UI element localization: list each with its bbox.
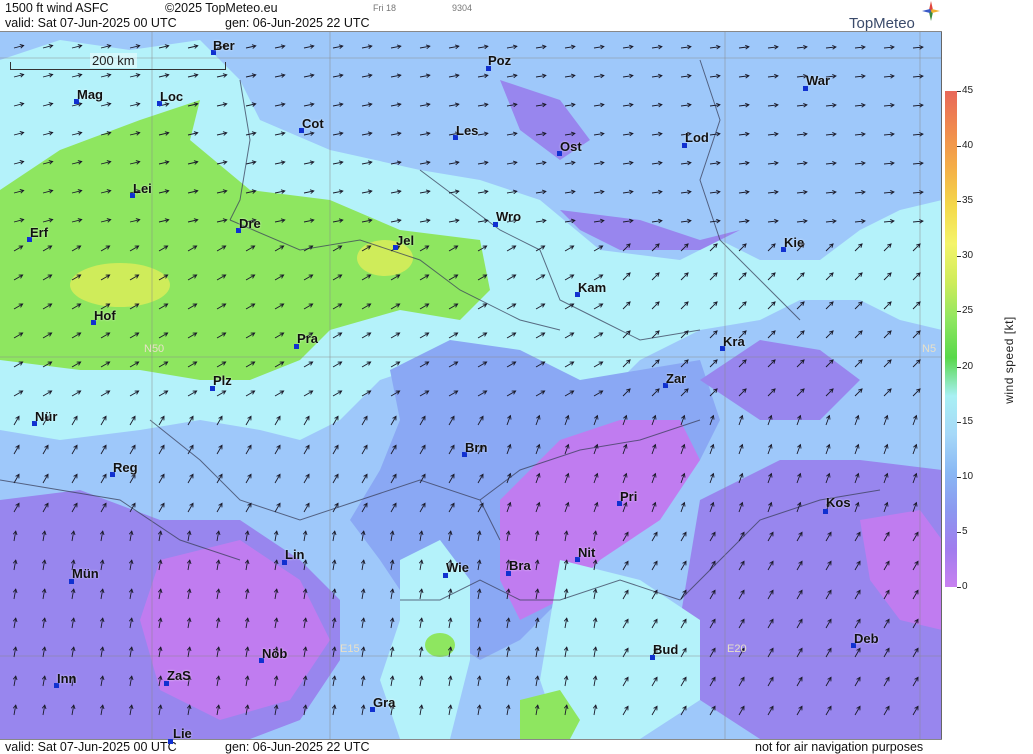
city-label[interactable]: Gra — [373, 695, 395, 710]
colorbar-tick-label: 10 — [962, 470, 974, 482]
city-label[interactable]: Loc — [160, 89, 183, 104]
valid-time: valid: Sat 07-Jun-2025 00 UTC — [5, 16, 177, 30]
day-tag: Fri 18 — [373, 3, 397, 13]
city-label[interactable]: Inn — [57, 671, 77, 686]
disclaimer: not for air navigation purposes — [755, 740, 924, 754]
grid-label-n50: N50 — [144, 343, 165, 355]
wind-speed-fill — [0, 0, 941, 754]
city-label[interactable]: Nür — [35, 409, 57, 424]
city-label[interactable]: Bud — [653, 642, 678, 657]
wind-zone-lime-west — [70, 263, 170, 307]
city-label[interactable]: Kra — [723, 334, 745, 349]
city-label[interactable]: Ber — [213, 38, 235, 53]
colorbar-tick — [957, 366, 961, 368]
city-label[interactable]: ZaS — [167, 668, 191, 683]
city-label[interactable]: Lod — [685, 130, 709, 145]
header-strip: 1500 ft wind ASFC ©2025 TopMeteo.eu Fri … — [0, 0, 942, 32]
city-label[interactable]: Jel — [396, 233, 414, 248]
colorbar-tick-label: 45 — [962, 85, 974, 96]
colorbar-tick-label: 35 — [962, 195, 974, 207]
city-label[interactable]: Kos — [826, 495, 851, 510]
colorbar-tick-label: 25 — [962, 305, 974, 317]
colorbar-tick — [957, 91, 961, 92]
wind-speed-colorbar — [945, 91, 957, 587]
scale-label: 200 km — [90, 53, 137, 68]
colorbar-tick — [957, 421, 961, 423]
city-label[interactable]: Wie — [446, 560, 469, 575]
city-label[interactable]: Les — [456, 123, 478, 138]
colorbar-tick-label: 20 — [962, 360, 974, 372]
wind-zone-green-patch — [425, 633, 455, 657]
grid-label-e15: E15 — [340, 643, 360, 655]
colorbar-tick — [957, 201, 961, 203]
city-label[interactable]: Dre — [239, 216, 261, 231]
city-label[interactable]: Pri — [620, 489, 637, 504]
colorbar-tick-label: 30 — [962, 250, 974, 262]
colorbar-tick — [957, 476, 961, 478]
wind-field-svg — [0, 0, 941, 754]
city-label[interactable]: Plz — [213, 373, 232, 388]
city-label[interactable]: Lei — [133, 181, 152, 196]
colorbar-tick-label: 5 — [962, 525, 968, 537]
wind-map[interactable] — [0, 0, 942, 754]
city-label[interactable]: Lie — [173, 726, 192, 741]
colorbar-tick — [957, 587, 961, 588]
city-label[interactable]: Mag — [77, 87, 103, 102]
brand-name[interactable]: TopMeteo — [849, 15, 915, 32]
city-label[interactable]: Zar — [666, 371, 686, 386]
grid-label-n50-right: N5 — [922, 343, 937, 355]
city-label[interactable]: Bra — [509, 558, 531, 573]
city-label[interactable]: Ost — [560, 139, 582, 154]
colorbar-tick — [957, 531, 961, 533]
footer-strip: valid: Sat 07-Jun-2025 00 UTC gen: 06-Ju… — [0, 739, 942, 754]
copyright: ©2025 TopMeteo.eu — [165, 1, 278, 15]
product-title: 1500 ft wind ASFC — [5, 1, 109, 15]
city-label[interactable]: Hof — [94, 308, 116, 323]
city-label[interactable]: Kam — [578, 280, 606, 295]
city-label[interactable]: Kie — [784, 235, 804, 250]
colorbar-tick-label: 0 — [962, 581, 968, 592]
city-label[interactable]: War — [806, 73, 830, 88]
colorbar-tick-label: 15 — [962, 415, 974, 427]
city-label[interactable]: Reg — [113, 460, 138, 475]
city-label[interactable]: Brn — [465, 440, 487, 455]
city-label[interactable]: Pra — [297, 331, 318, 346]
colorbar-title: wind speed [kt] — [1002, 316, 1016, 404]
city-label[interactable]: Wro — [496, 209, 521, 224]
colorbar-tick-label: 40 — [962, 140, 974, 152]
city-label[interactable]: Cot — [302, 116, 324, 131]
colorbar-tick — [957, 146, 961, 148]
city-label[interactable]: Nit — [578, 545, 595, 560]
footer-valid-time: valid: Sat 07-Jun-2025 00 UTC — [5, 740, 177, 754]
city-label[interactable]: Deb — [854, 631, 879, 646]
city-label[interactable]: Lin — [285, 547, 305, 562]
compass-logo-icon — [922, 1, 940, 21]
run-code: 9304 — [452, 3, 473, 13]
footer-generated-time: gen: 06-Jun-2025 22 UTC — [225, 740, 370, 754]
grid-label-e20: E20 — [727, 643, 747, 655]
colorbar-tick — [957, 256, 961, 258]
colorbar-tick — [957, 311, 961, 313]
city-label[interactable]: Poz — [488, 53, 511, 68]
generated-time: gen: 06-Jun-2025 22 UTC — [225, 16, 370, 30]
city-label[interactable]: Nöb — [262, 646, 287, 661]
city-label[interactable]: Mün — [72, 566, 99, 581]
city-label[interactable]: Erf — [30, 225, 48, 240]
